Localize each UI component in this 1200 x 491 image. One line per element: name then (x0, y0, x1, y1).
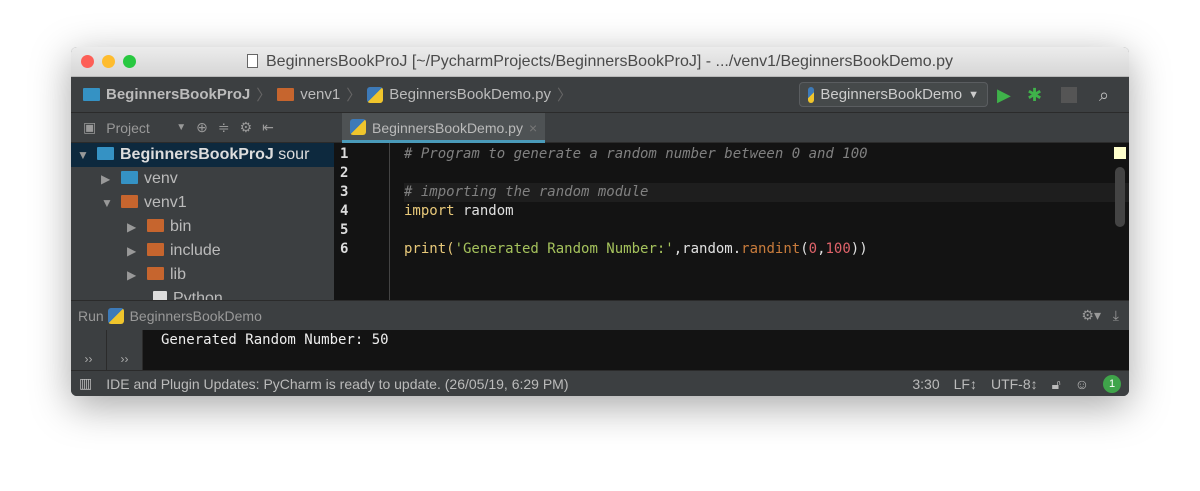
python-icon (107, 307, 124, 324)
chevron-down-icon: ▼ (968, 88, 979, 101)
status-bar: ▥ IDE and Plugin Updates: PyCharm is rea… (71, 370, 1129, 396)
gear-icon[interactable]: ⚙ (240, 119, 253, 136)
breadcrumb-venv1[interactable]: venv1 (300, 86, 340, 103)
breadcrumb-file[interactable]: BeginnersBookDemo.py (389, 86, 551, 103)
run-config-label: BeginnersBookDemo (820, 86, 963, 103)
status-message[interactable]: IDE and Plugin Updates: PyCharm is ready… (106, 376, 568, 392)
tree-item-bin[interactable]: ▶ bin (71, 215, 334, 239)
locate-icon[interactable]: ⊕ (196, 119, 208, 136)
chevron-down-icon[interactable]: ▼ (176, 122, 186, 133)
window-title-text: BeginnersBookProJ [~/PycharmProjects/Beg… (266, 53, 953, 70)
scrollbar[interactable] (1115, 167, 1125, 227)
run-label: Run (78, 307, 104, 324)
code-line-3: # importing the random module (404, 183, 1129, 202)
stop-icon[interactable] (1061, 87, 1077, 103)
lock-icon[interactable]: 🔓︎ (1052, 376, 1061, 393)
expand-icon[interactable]: ›› (107, 330, 143, 370)
python-file-icon (367, 86, 384, 103)
run-config-dropdown[interactable]: BeginnersBookDemo ▼ (799, 82, 988, 107)
tree-item-include[interactable]: ▶ include (71, 239, 334, 263)
tree-item-lib[interactable]: ▶ lib (71, 263, 334, 287)
tree-item-python[interactable]: Python (71, 287, 334, 300)
document-icon (247, 54, 258, 68)
gear-icon[interactable]: ⚙▾ (1081, 307, 1101, 324)
tab-beginnersbookdemo[interactable]: BeginnersBookDemo.py × (342, 113, 546, 143)
folder-icon (277, 88, 295, 101)
collapse-icon[interactable]: ≑ (218, 119, 230, 136)
code-editor[interactable]: 123456 # Program to generate a random nu… (334, 143, 1129, 300)
expand-icon[interactable]: ›› (71, 330, 107, 370)
run-panel-header: Run BeginnersBookDemo ⚙▾ ⤓ (71, 300, 1129, 330)
tree-item-venv1[interactable]: ▼ venv1 (71, 191, 334, 215)
navigation-bar: BeginnersBookProJ 〉 venv1 〉 BeginnersBookD… (71, 77, 1129, 113)
notifications-badge[interactable]: 1 (1103, 375, 1121, 393)
line-number-gutter: 123456 (334, 143, 390, 300)
tool-windows-icon[interactable]: ▥ (79, 375, 92, 392)
code-content[interactable]: # Program to generate a random number be… (404, 143, 1129, 259)
project-view-icon: ▣ (83, 119, 97, 135)
tree-item-project[interactable]: ▼ BeginnersBookProJ sour (71, 143, 334, 167)
project-view-dropdown[interactable]: Project (106, 120, 166, 136)
window-title: BeginnersBookProJ [~/PycharmProjects/Beg… (71, 53, 1129, 71)
breadcrumb-project[interactable]: BeginnersBookProJ (106, 86, 250, 103)
hide-panel-icon[interactable]: ⤓ (1113, 307, 1119, 324)
code-line-1: # Program to generate a random number be… (404, 146, 868, 162)
inspection-status-icon[interactable] (1114, 147, 1126, 159)
caret-position[interactable]: 3:30 (912, 376, 939, 392)
console-output: Generated Random Number: 50 (161, 332, 389, 348)
debug-icon[interactable]: ✱ (1027, 85, 1042, 106)
run-config-name: BeginnersBookDemo (129, 307, 262, 324)
title-bar: BeginnersBookProJ [~/PycharmProjects/Beg… (71, 47, 1129, 77)
line-separator[interactable]: LF↕ (954, 376, 977, 392)
code-line-6: print('Generated Random Number:',random.… (404, 241, 868, 257)
close-tab-icon[interactable]: × (529, 120, 537, 136)
hector-icon[interactable]: ☺ (1075, 376, 1089, 392)
project-panel-header: ▣ Project ▼ ⊕ ≑ ⚙ ⇤ (71, 113, 334, 142)
run-console: ›› ›› Generated Random Number: 50 (71, 330, 1129, 370)
folder-icon (83, 88, 100, 101)
hide-icon[interactable]: ⇤ (262, 119, 274, 136)
tree-item-venv[interactable]: ▶ venv (71, 167, 334, 191)
pycharm-window: BeginnersBookProJ [~/PycharmProjects/Beg… (71, 47, 1129, 396)
project-tree: ▼ BeginnersBookProJ sour ▶ venv ▼ venv1 ▶ bi… (71, 143, 334, 300)
run-icon[interactable]: ▶ (997, 85, 1011, 106)
python-icon (808, 86, 815, 103)
tab-label: BeginnersBookDemo.py (372, 120, 523, 136)
search-icon[interactable]: ⌕ (1099, 85, 1109, 106)
file-encoding[interactable]: UTF-8↕ (991, 376, 1038, 392)
python-file-icon (350, 119, 366, 135)
code-line-4: import random (404, 203, 514, 219)
